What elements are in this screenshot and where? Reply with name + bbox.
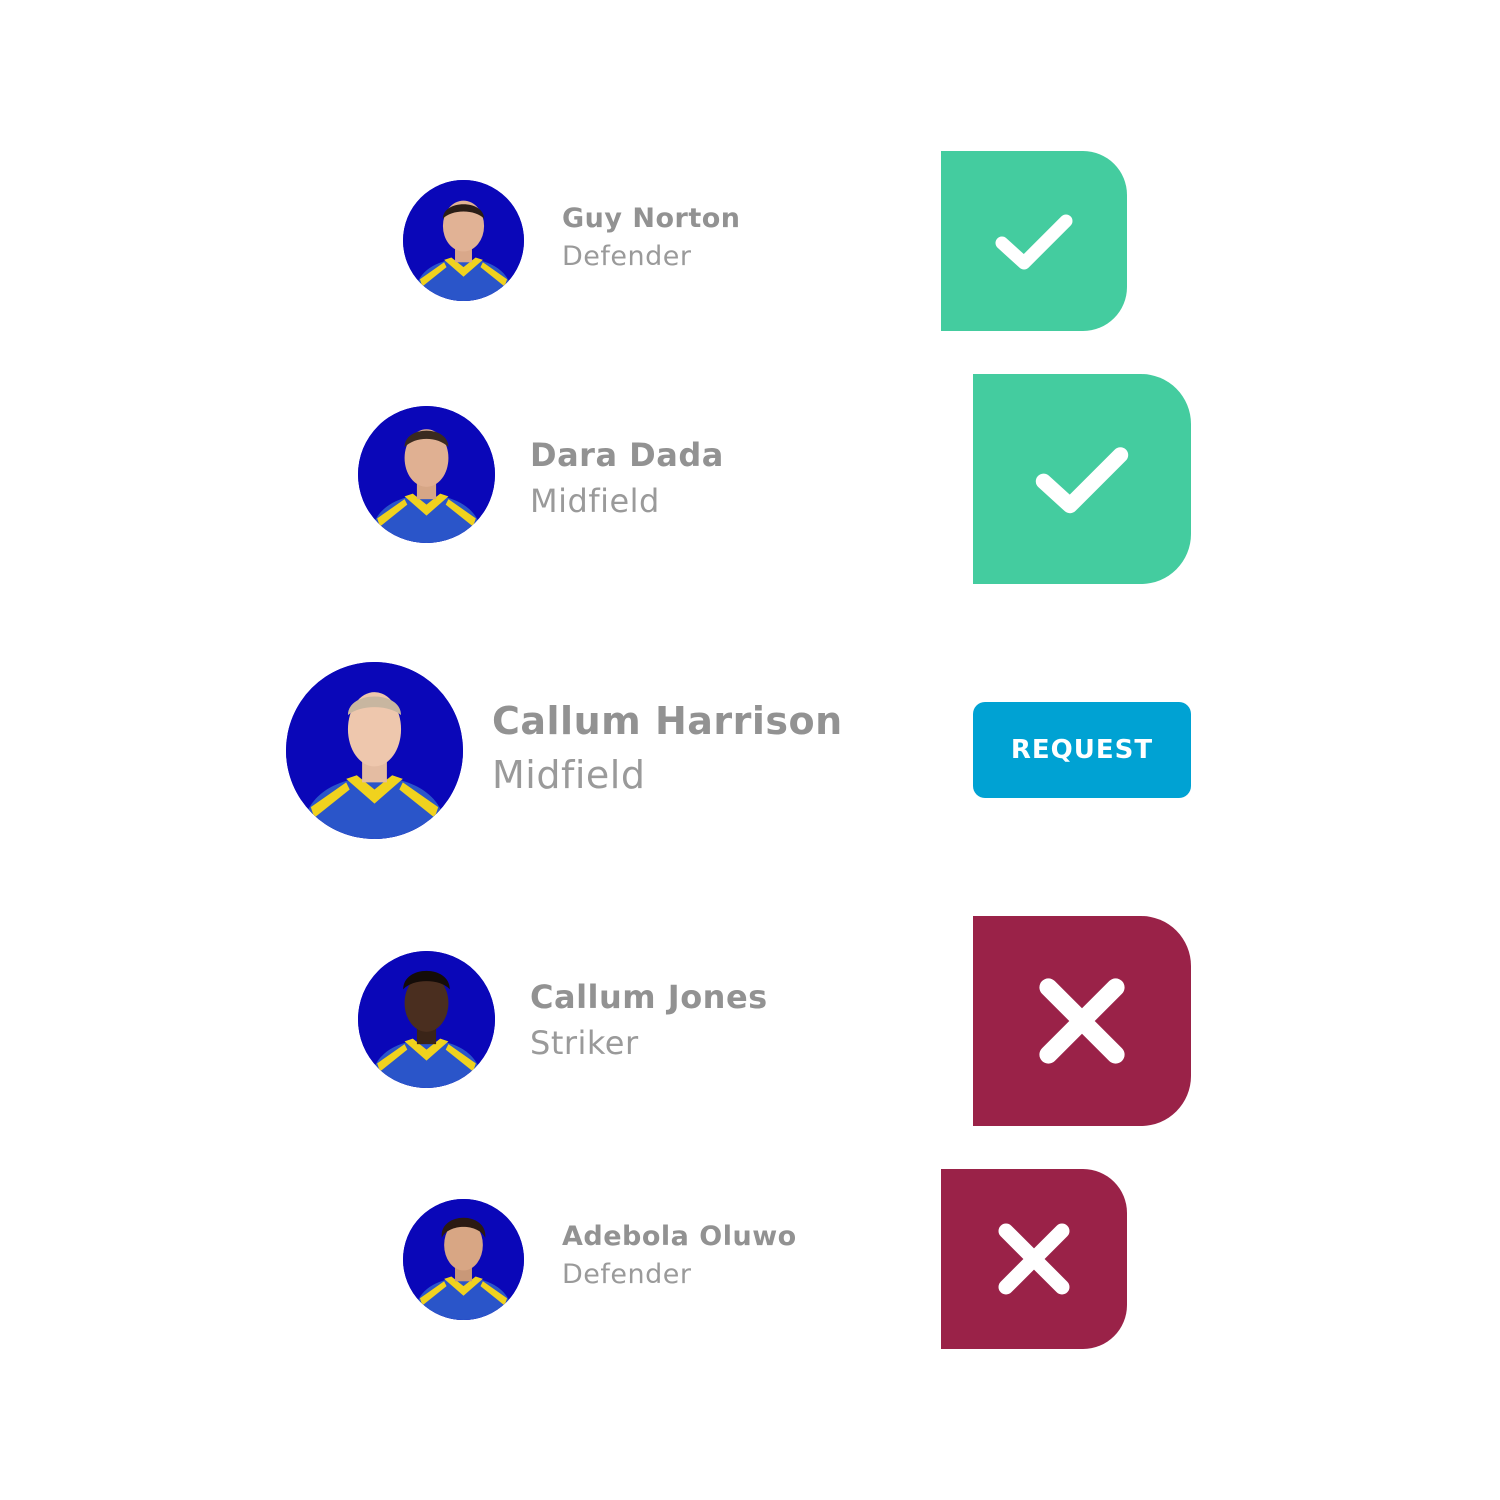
- player-position: Midfield: [492, 753, 646, 797]
- player-photo: [403, 1199, 524, 1320]
- accepted-status-tile[interactable]: [941, 151, 1127, 331]
- check-icon: [1035, 447, 1129, 514]
- player-avatar: [403, 180, 524, 301]
- player-name: Dara Dada: [530, 436, 724, 474]
- player-position: Midfield: [530, 482, 660, 520]
- close-icon: [1039, 978, 1125, 1064]
- player-position: Defender: [562, 241, 692, 272]
- accepted-status-tile[interactable]: [973, 374, 1191, 584]
- player-name: Callum Jones: [530, 978, 768, 1016]
- squad-selection-list: Guy Norton Defender Dara Dada Midfield C…: [0, 0, 1500, 1500]
- player-avatar: [286, 662, 463, 839]
- player-photo: [403, 180, 524, 301]
- player-photo: [358, 406, 495, 543]
- request-button[interactable]: REQUEST: [973, 702, 1191, 798]
- player-photo: [286, 662, 463, 839]
- declined-status-tile[interactable]: [973, 916, 1191, 1126]
- player-photo: [358, 951, 495, 1088]
- player-name: Adebola Oluwo: [562, 1221, 797, 1252]
- close-icon: [998, 1223, 1070, 1295]
- check-icon: [995, 214, 1073, 270]
- player-position: Striker: [530, 1024, 639, 1062]
- player-avatar: [358, 951, 495, 1088]
- declined-status-tile[interactable]: [941, 1169, 1127, 1349]
- player-avatar: [358, 406, 495, 543]
- player-name: Callum Harrison: [492, 699, 843, 743]
- player-avatar: [403, 1199, 524, 1320]
- player-name: Guy Norton: [562, 203, 741, 234]
- player-position: Defender: [562, 1259, 692, 1290]
